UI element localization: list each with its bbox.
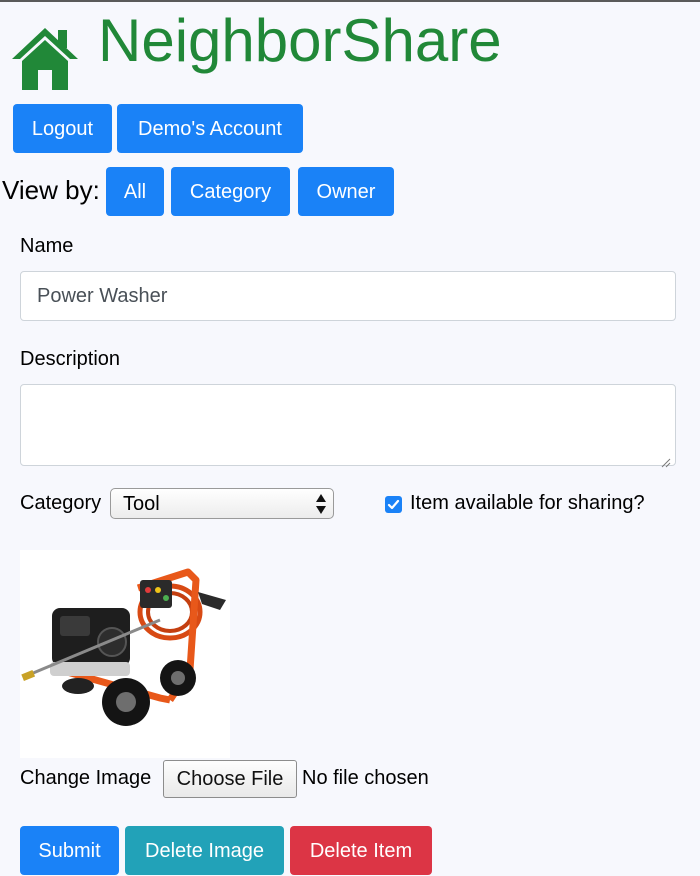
name-input[interactable]: Power Washer [20, 271, 676, 321]
checkmark-icon [387, 499, 400, 510]
submit-button[interactable]: Submit [20, 826, 119, 875]
delete-image-button[interactable]: Delete Image [125, 826, 284, 875]
description-label: Description [20, 348, 121, 370]
category-label: Category [20, 492, 102, 514]
sharing-checkbox[interactable] [385, 496, 402, 513]
window-top-border [0, 0, 700, 2]
view-owner-button[interactable]: Owner [298, 167, 394, 216]
sharing-checkbox-label[interactable]: Item available for sharing? [410, 490, 645, 516]
name-label: Name [20, 235, 74, 257]
home-icon[interactable] [12, 26, 78, 90]
delete-item-button[interactable]: Delete Item [290, 826, 432, 875]
view-category-button[interactable]: Category [171, 167, 290, 216]
file-status-text: No file chosen [302, 767, 429, 789]
app-title[interactable]: NeighborShare [98, 6, 502, 76]
view-by-label: View by: [2, 175, 100, 205]
item-image [20, 550, 230, 758]
select-arrows-icon [315, 493, 327, 515]
account-button[interactable]: Demo's Account [117, 104, 303, 153]
choose-file-button[interactable]: Choose File [163, 760, 297, 798]
description-textarea[interactable] [20, 384, 676, 468]
view-all-button[interactable]: All [106, 167, 164, 216]
category-select[interactable]: Tool [110, 488, 334, 519]
app-header: NeighborShare [12, 7, 692, 94]
change-image-label: Change Image [20, 767, 152, 789]
logout-button[interactable]: Logout [13, 104, 112, 153]
resize-grip-icon[interactable] [661, 451, 671, 468]
category-selected-value: Tool [123, 493, 160, 515]
pressure-washer-icon [21, 568, 226, 726]
